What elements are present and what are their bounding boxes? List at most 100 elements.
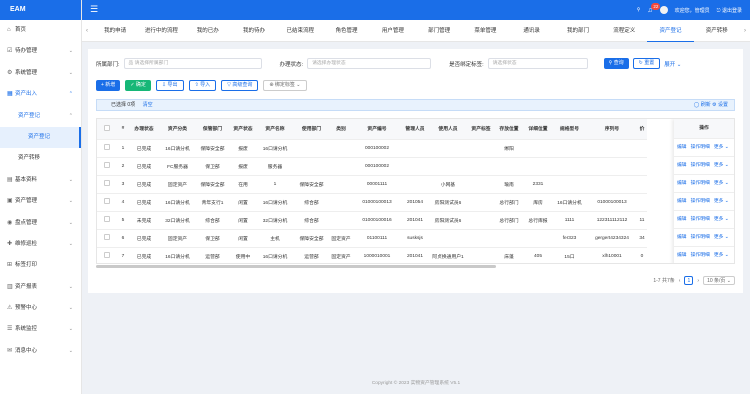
add-button[interactable]: + 新增: [96, 80, 121, 91]
table-cell[interactable]: [97, 211, 117, 230]
search-icon[interactable]: ⚲: [637, 7, 641, 13]
sidebar-item[interactable]: ✚ 维修巡检 ⌄: [0, 234, 81, 255]
table-row[interactable]: 1 已完成 16口请分机 保障安全部 报废 16口请分机 000100002 绑阳: [97, 139, 647, 158]
table-row[interactable]: 3 已完成 固定资产 保障安全部 在用 1 保障安全部 00001111 小网基 瑜南 2331: [97, 175, 647, 194]
operation-detail-link[interactable]: 操作明细: [691, 181, 710, 186]
sidebar-item[interactable]: ◉ 盘点管理 ⌄: [0, 213, 81, 234]
refresh-link[interactable]: ◯ 刷新: [694, 102, 711, 108]
more-menu-link[interactable]: 更多 ⌄: [714, 253, 729, 258]
tab-item[interactable]: 已结束流程: [277, 20, 323, 42]
sidebar-item[interactable]: ⊞ 标签打印: [0, 255, 81, 276]
tab-item[interactable]: 我的已办: [185, 20, 231, 42]
edit-link[interactable]: 编辑: [677, 217, 687, 222]
sidebar-item[interactable]: 资产登记 ⌃: [0, 106, 81, 127]
table-cell[interactable]: [97, 157, 117, 176]
edit-link[interactable]: 编辑: [677, 235, 687, 240]
tab-item[interactable]: 部门管理: [416, 20, 462, 42]
table-row[interactable]: 4 已完成 16口请分机 青年支行1 闲置 16口请分机 综合部 01000100013 201…: [97, 193, 647, 212]
tab-item[interactable]: 流程定义: [601, 20, 647, 42]
horizontal-scrollbar[interactable]: [96, 265, 496, 268]
table-row[interactable]: 6 已完成 固定资产 保卫部 闲置 主机 保障安全部 固定资产 01100111 susksjs f…: [97, 229, 647, 248]
more-menu-link[interactable]: 更多 ⌄: [714, 145, 729, 150]
tab-item[interactable]: 我的部门: [555, 20, 601, 42]
edit-link[interactable]: 编辑: [677, 163, 687, 168]
select-all-checkbox[interactable]: [104, 124, 110, 131]
operation-detail-link[interactable]: 操作明细: [691, 145, 710, 150]
tab-item[interactable]: 角色管理: [323, 20, 369, 42]
more-menu-link[interactable]: 更多 ⌄: [714, 181, 729, 186]
reset-button[interactable]: ↻ 重置: [632, 58, 661, 69]
row-checkbox[interactable]: [104, 162, 110, 168]
tab-item[interactable]: 资产转移: [694, 20, 740, 42]
sidebar-item[interactable]: ⚙ 系统管理 ⌄: [0, 63, 81, 84]
edit-link[interactable]: 编辑: [677, 145, 687, 150]
operation-detail-link[interactable]: 操作明细: [691, 253, 710, 258]
tab-item[interactable]: 通讯录: [509, 20, 555, 42]
tab-item[interactable]: 进行中的流程: [138, 20, 184, 42]
edit-link[interactable]: 编辑: [677, 181, 687, 186]
sidebar-item[interactable]: 资产转移: [0, 148, 81, 169]
sidebar-item[interactable]: ⌂ 首页: [0, 20, 81, 41]
row-checkbox[interactable]: [104, 144, 110, 150]
more-menu-link[interactable]: 更多 ⌄: [714, 235, 729, 240]
table-cell[interactable]: [97, 193, 117, 212]
row-checkbox[interactable]: [104, 180, 110, 186]
confirm-button[interactable]: ✓ 确定: [125, 80, 151, 91]
row-checkbox[interactable]: [104, 198, 110, 204]
edit-link[interactable]: 编辑: [677, 253, 687, 258]
tab-item[interactable]: 我的申请: [92, 20, 138, 42]
advanced-search-button[interactable]: ▽ 高级查询: [221, 80, 259, 91]
more-menu-link[interactable]: 更多 ⌄: [714, 199, 729, 204]
import-button[interactable]: ⇧ 导入: [188, 80, 217, 91]
more-menu-link[interactable]: 更多 ⌄: [714, 163, 729, 168]
row-checkbox[interactable]: [104, 216, 110, 222]
row-checkbox[interactable]: [104, 252, 110, 258]
settings-link[interactable]: ⚙ 设置: [712, 102, 728, 108]
operation-detail-link[interactable]: 操作明细: [691, 217, 710, 222]
dept-select[interactable]: 品 请选择所属部门: [123, 58, 262, 69]
page-size-select[interactable]: 10 条/页 ⌄: [703, 276, 735, 285]
sidebar-item[interactable]: ▤ 基本资料 ⌄: [0, 170, 81, 191]
page-1-button[interactable]: 1: [684, 276, 694, 285]
avatar[interactable]: [659, 6, 668, 14]
sidebar-item[interactable]: ☰ 系统监控 ⌄: [0, 319, 81, 340]
page-next-icon[interactable]: ›: [697, 278, 699, 284]
edit-link[interactable]: 编辑: [677, 199, 687, 204]
tab-item[interactable]: 我的待办: [231, 20, 277, 42]
sidebar-item[interactable]: ☑ 待办管理 ⌄: [0, 41, 81, 62]
clear-selection-link[interactable]: 清空: [143, 102, 153, 108]
bell-icon[interactable]: ♫ 22: [647, 2, 661, 14]
operation-detail-link[interactable]: 操作明细: [691, 235, 710, 240]
bind-tag-button[interactable]: ⊕ 绑定标签 ⌄: [263, 80, 307, 91]
menu-toggle-icon[interactable]: ☰: [90, 5, 98, 14]
tab-item[interactable]: 菜单管理: [462, 20, 508, 42]
table-cell[interactable]: [97, 229, 117, 248]
sidebar-item[interactable]: ▥ 资产报表 ⌄: [0, 277, 81, 298]
tag-select[interactable]: 请选择状态: [487, 58, 588, 69]
expand-link[interactable]: 展开 ⌄: [664, 60, 681, 68]
export-button[interactable]: ⇩ 导出: [155, 80, 184, 91]
table-row[interactable]: 2 已完成 FC服务器 保卫部 报废 服务器 000100002: [97, 157, 647, 176]
table-row[interactable]: 7 已完成 16口请分机 运营部 使用中 16口请分机 运营部 固定资产 1000010001 2…: [97, 247, 647, 263]
table-cell[interactable]: [97, 175, 117, 194]
logout-button[interactable]: ⎋ 退出登录: [717, 7, 742, 14]
tab-item[interactable]: 资产登记: [647, 20, 694, 42]
status-select[interactable]: 请选择办理状态: [307, 58, 432, 69]
row-checkbox[interactable]: [104, 234, 110, 240]
sidebar-item[interactable]: ▣ 资产管理 ⌄: [0, 191, 81, 212]
sidebar-item[interactable]: ▦ 资产出入 ⌃: [0, 84, 81, 105]
more-menu-link[interactable]: 更多 ⌄: [714, 217, 729, 222]
table-cell[interactable]: [97, 247, 117, 263]
table-cell[interactable]: [97, 139, 117, 158]
sidebar-item[interactable]: ✉ 消息中心 ⌄: [0, 341, 81, 362]
page-prev-icon[interactable]: ‹: [679, 278, 681, 284]
search-button[interactable]: ⚲ 查询: [603, 58, 629, 69]
table-row[interactable]: 5 未完成 32口请分机 综合部 闲置 32口请分机 综合部 01000100016 20104…: [97, 211, 647, 230]
tabs-next-icon[interactable]: ›: [740, 28, 750, 34]
sidebar-item[interactable]: 资产登记: [0, 126, 81, 149]
sidebar-item[interactable]: ⚠ 预警中心 ⌄: [0, 298, 81, 319]
tabs-prev-icon[interactable]: ‹: [82, 28, 92, 34]
column-header[interactable]: [97, 119, 117, 140]
operation-detail-link[interactable]: 操作明细: [691, 199, 710, 204]
tab-item[interactable]: 用户管理: [370, 20, 416, 42]
